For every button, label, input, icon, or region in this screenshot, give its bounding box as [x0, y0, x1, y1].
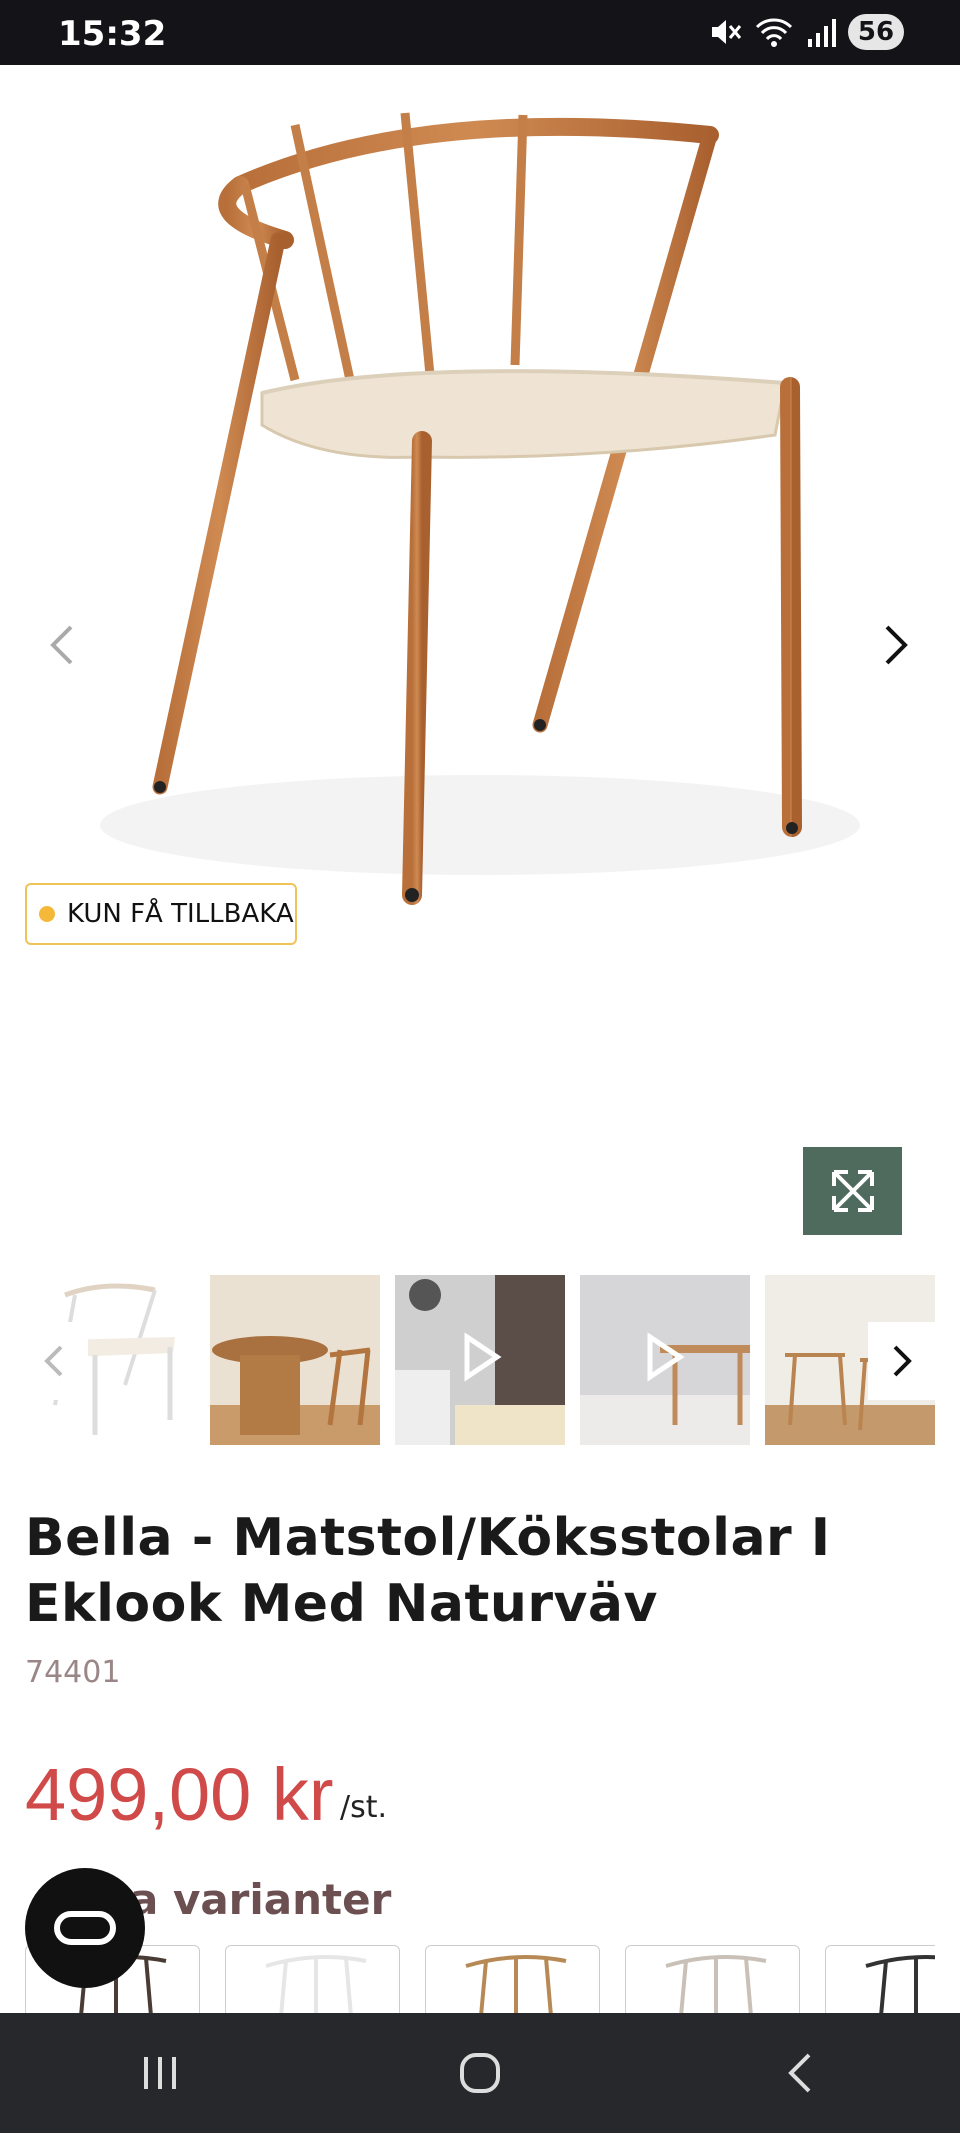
chat-button[interactable]	[25, 1868, 145, 1988]
badge-label: KUN FÅ TILLBAKA	[67, 899, 294, 929]
product-image	[100, 112, 860, 905]
thumbnails-next-button[interactable]	[868, 1322, 938, 1400]
thumbnail[interactable]	[210, 1275, 380, 1445]
status-icons: 56	[708, 12, 904, 52]
system-nav-bar	[0, 2013, 960, 2133]
recents-icon	[144, 2057, 176, 2089]
variant-list	[25, 1945, 935, 2015]
status-dot	[39, 906, 55, 922]
mute-icon	[712, 20, 742, 44]
battery-indicator: 56	[848, 14, 904, 50]
back-button[interactable]	[740, 2033, 860, 2113]
signal-icon	[808, 19, 836, 47]
chevron-left-icon	[50, 625, 73, 665]
status-bar: 15:32 56	[0, 0, 960, 65]
wifi-icon	[755, 18, 793, 47]
variants-heading-text: a varianter	[130, 1875, 392, 1924]
gallery-prev-button[interactable]	[32, 605, 92, 685]
home-icon	[460, 2053, 500, 2093]
gallery-next-button[interactable]	[866, 605, 926, 685]
back-icon	[788, 2053, 811, 2093]
expand-icon	[831, 1170, 874, 1212]
chevron-right-icon	[885, 625, 908, 665]
home-button[interactable]	[420, 2033, 540, 2113]
chevron-left-icon	[44, 1345, 63, 1377]
product-price: 499,00 kr	[25, 1753, 334, 1836]
variant-option[interactable]	[425, 1945, 600, 2015]
product-image-gallery[interactable]: KUN FÅ TILLBAKA	[0, 65, 960, 1245]
recents-button[interactable]	[100, 2033, 220, 2113]
thumbnail-strip	[25, 1275, 935, 1445]
variant-option[interactable]	[625, 1945, 800, 2015]
product-sku: 74401	[25, 1655, 121, 1690]
thumbnail-video[interactable]	[395, 1275, 565, 1445]
product-title: Bella - Matstol/Köksstolar I Eklook Med …	[25, 1508, 831, 1634]
thumbnails-prev-button[interactable]	[18, 1322, 88, 1400]
thumbnail-video[interactable]	[580, 1275, 750, 1445]
variants-heading: a varianter	[130, 1875, 391, 1924]
status-time: 15:32	[58, 14, 167, 54]
expand-image-button[interactable]	[803, 1147, 902, 1235]
chat-icon	[54, 1911, 116, 1945]
variant-option[interactable]	[225, 1945, 400, 2015]
stock-badge: KUN FÅ TILLBAKA	[25, 883, 297, 945]
variant-option[interactable]	[825, 1945, 935, 2015]
chevron-right-icon	[893, 1345, 912, 1377]
price-unit: /st.	[340, 1790, 388, 1825]
